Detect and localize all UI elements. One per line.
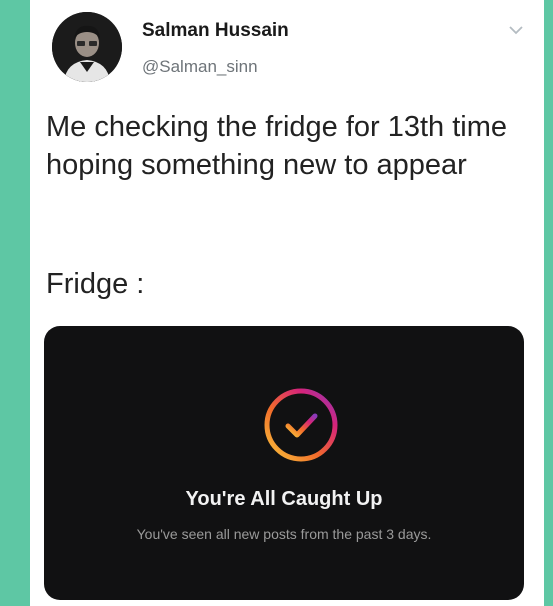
caught-up-title: You're All Caught Up: [185, 488, 383, 510]
caught-up-subtitle: You've seen all new posts from the past …: [136, 526, 432, 542]
tweet-text: Me checking the fridge for 13th time hop…: [46, 111, 508, 181]
author-display-name[interactable]: Salman Hussain: [142, 20, 289, 42]
tweet-label: Fridge :: [46, 268, 145, 300]
chevron-down-icon[interactable]: [509, 25, 523, 35]
avatar-image: [52, 12, 122, 82]
embedded-screenshot[interactable]: You're All Caught Up You've seen all new…: [44, 326, 524, 600]
author-handle[interactable]: @Salman_sinn: [142, 57, 258, 77]
checkmark-circle-icon: [264, 388, 338, 462]
avatar[interactable]: [52, 12, 122, 82]
tweet-card: Salman Hussain @Salman_sinn Me checking …: [30, 0, 544, 606]
